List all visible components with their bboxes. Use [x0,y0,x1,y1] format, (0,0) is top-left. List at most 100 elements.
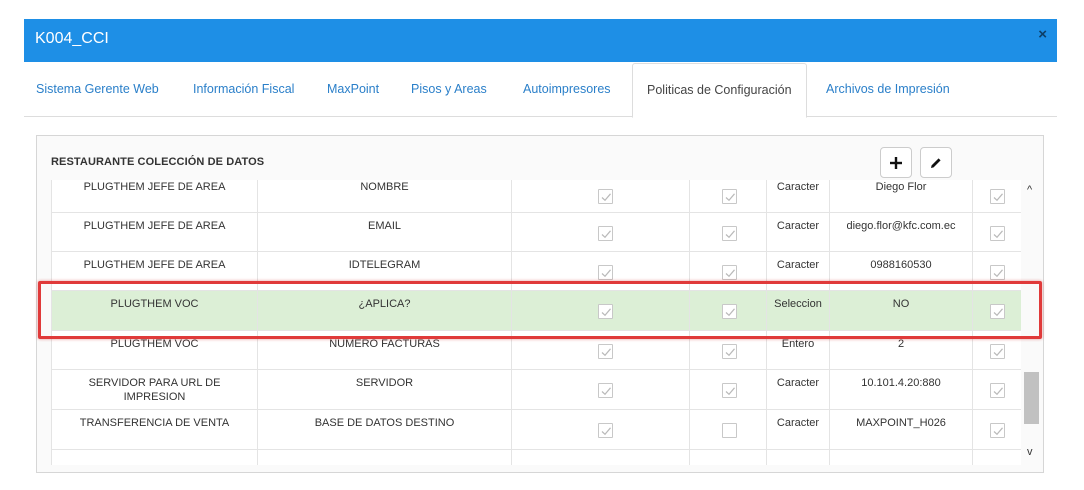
check1-checkbox[interactable] [598,189,613,204]
cell-valor: 10.101.4.20:880 [830,370,973,409]
plus-icon [890,156,902,169]
add-button[interactable] [880,147,912,178]
cell-check1 [512,291,690,330]
cell-check2 [690,252,767,290]
cell-check3 [973,450,1021,465]
cell-coleccion: PLUGTHEM JEFE DE AREA [52,213,258,251]
cell-check1 [512,180,690,212]
cell-parametro: BASE DE DATOS DESTINO [258,410,512,449]
check3-checkbox[interactable] [990,344,1005,359]
cell-tipo [767,450,830,465]
table-row[interactable]: PLUGTHEM JEFE DE AREA EMAIL Caracter diego.… [52,213,1021,252]
scroll-up-icon[interactable]: ^ [1027,184,1032,196]
cell-check3 [973,331,1021,369]
dialog-titlebar: K004_CCI × [24,19,1057,62]
table-row[interactable]: TRANSFERENCIA DE VENTA BASE DE DATOS DEST… [52,410,1021,450]
cell-check3 [973,291,1021,330]
tab-maxpoint[interactable]: MaxPoint [327,82,379,96]
cell-check1 [512,410,690,449]
table-row[interactable]: PLUGTHEM VOC NUMERO FACTURAS Entero 2 [52,331,1021,370]
scroll-down-icon[interactable]: v [1027,446,1033,458]
cell-check3 [973,180,1021,212]
close-icon[interactable]: × [1038,26,1047,43]
cell-check2 [690,370,767,409]
cell-parametro: IDTELEGRAM [258,252,512,290]
cell-check2 [690,180,767,212]
cell-coleccion [52,450,258,465]
check3-checkbox[interactable] [990,423,1005,438]
cell-parametro: NUMERO FACTURAS [258,331,512,369]
cell-coleccion: PLUGTHEM VOC [52,331,258,369]
edit-button[interactable] [920,147,952,178]
check1-checkbox[interactable] [598,344,613,359]
check2-checkbox[interactable] [722,344,737,359]
check1-checkbox[interactable] [598,265,613,280]
check1-checkbox[interactable] [598,383,613,398]
tab-pisos-y-areas[interactable]: Pisos y Areas [411,82,487,96]
cell-coleccion: SERVIDOR PARA URL DE IMPRESION [52,370,258,409]
check2-checkbox[interactable] [722,423,737,438]
cell-parametro [258,450,512,465]
check3-checkbox[interactable] [990,189,1005,204]
tab-politicas-de-configuracion[interactable]: Politicas de Configuración [632,63,807,118]
dialog-title: K004_CCI [35,30,109,47]
table-row[interactable]: PLUGTHEM JEFE DE AREA NOMBRE Caracter Diego… [52,180,1021,213]
check3-checkbox[interactable] [990,304,1005,319]
cell-tipo: Seleccion [767,291,830,330]
panel-title: RESTAURANTE COLECCIÓN DE DATOS [51,156,265,168]
cell-valor: NO [830,291,973,330]
cell-tipo: Caracter [767,252,830,290]
check3-checkbox[interactable] [990,383,1005,398]
check1-checkbox[interactable] [598,423,613,438]
cell-coleccion: PLUGTHEM VOC [52,291,258,330]
check1-checkbox[interactable] [598,304,613,319]
cell-parametro: ¿APLICA? [258,291,512,330]
scrollbar-thumb[interactable] [1024,372,1039,424]
cell-check2 [690,213,767,251]
tab-archivos-de-impresion[interactable]: Archivos de Impresión [826,82,950,96]
check3-checkbox[interactable] [990,226,1005,241]
check2-checkbox[interactable] [722,226,737,241]
check1-checkbox[interactable] [598,226,613,241]
cell-tipo: Caracter [767,410,830,449]
check2-checkbox[interactable] [722,383,737,398]
cell-check3 [973,370,1021,409]
table-row[interactable]: SERVIDOR PARA URL DE IMPRESION SERVIDOR Ca… [52,370,1021,410]
cell-check3 [973,213,1021,251]
table-row[interactable]: PLUGTHEM VOC ¿APLICA? Seleccion NO [52,291,1021,331]
cell-coleccion: PLUGTHEM JEFE DE AREA [52,252,258,290]
cell-check2 [690,331,767,369]
table-row[interactable] [52,450,1021,465]
cell-valor: 0988160530 [830,252,973,290]
check2-checkbox[interactable] [722,304,737,319]
tab-sistema-gerente-web[interactable]: Sistema Gerente Web [36,82,159,96]
cell-valor: diego.flor@kfc.com.ec [830,213,973,251]
cell-check2 [690,410,767,449]
restaurante-coleccion-panel: RESTAURANTE COLECCIÓN DE DATOS PLUGTHEM … [36,135,1044,473]
cell-coleccion: PLUGTHEM JEFE DE AREA [52,180,258,212]
cell-valor: 2 [830,331,973,369]
cell-check1 [512,370,690,409]
cell-check1 [512,331,690,369]
cell-tipo: Caracter [767,370,830,409]
cell-check2 [690,291,767,330]
cell-parametro: SERVIDOR [258,370,512,409]
tab-bar: Sistema Gerente Web Información Fiscal M… [24,62,1057,118]
tab-informacion-fiscal[interactable]: Información Fiscal [193,82,294,96]
cell-check3 [973,410,1021,449]
check2-checkbox[interactable] [722,189,737,204]
tab-autoimpresores[interactable]: Autoimpresores [523,82,611,96]
cell-valor [830,450,973,465]
check2-checkbox[interactable] [722,265,737,280]
cell-check1 [512,213,690,251]
cell-tipo: Caracter [767,213,830,251]
cell-check1 [512,252,690,290]
cell-check2 [690,450,767,465]
cell-parametro: EMAIL [258,213,512,251]
data-grid: PLUGTHEM JEFE DE AREA NOMBRE Caracter Diego… [51,180,1021,465]
cell-tipo: Entero [767,331,830,369]
table-row[interactable]: PLUGTHEM JEFE DE AREA IDTELEGRAM Caracter 0… [52,252,1021,291]
pencil-icon [931,157,941,168]
vertical-scrollbar[interactable]: ^ v [1023,180,1043,465]
check3-checkbox[interactable] [990,265,1005,280]
